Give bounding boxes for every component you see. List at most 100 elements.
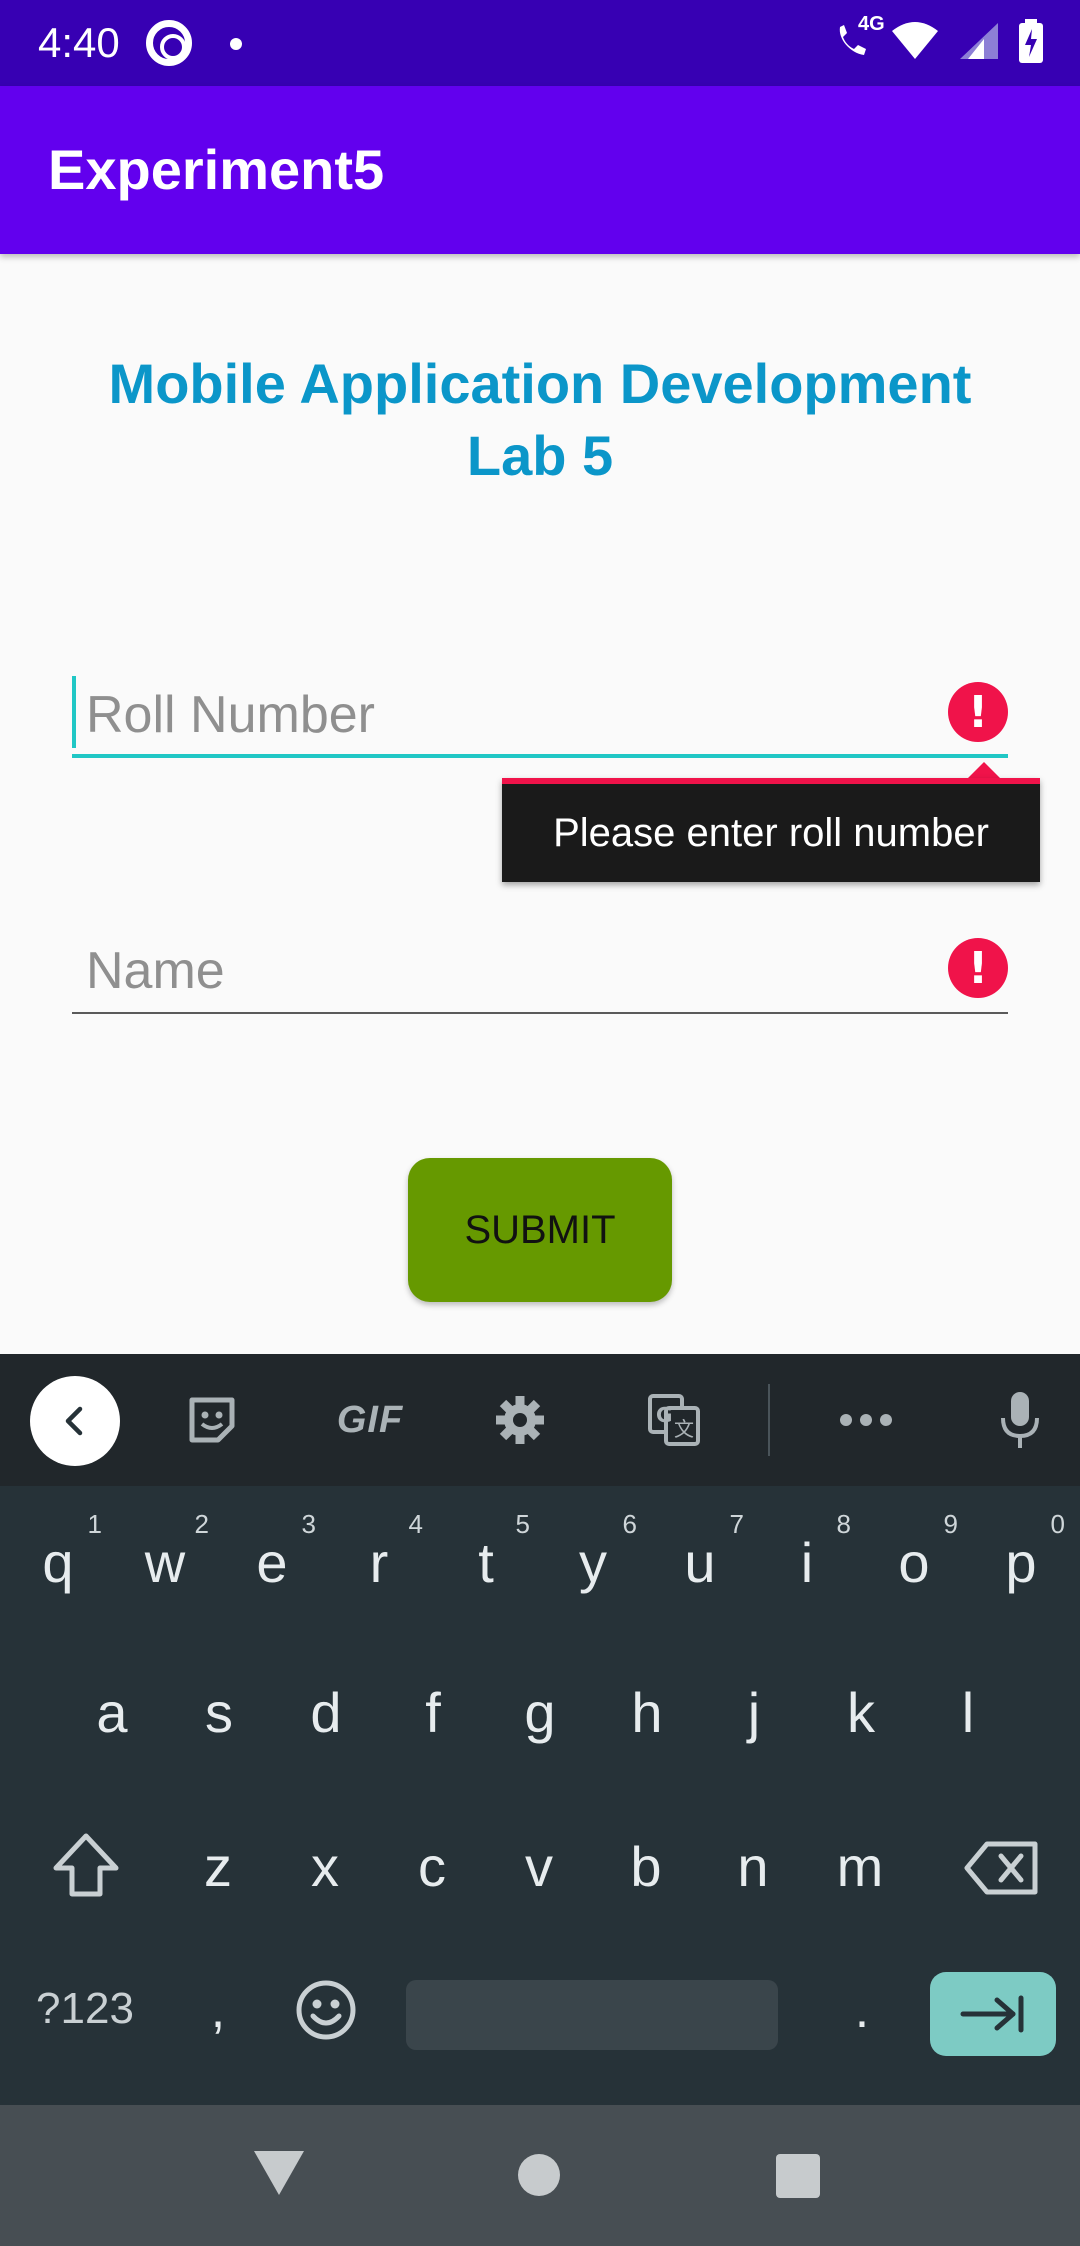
key-z[interactable]: z: [168, 1802, 268, 1932]
key-label: t: [478, 1531, 494, 1594]
signal-icon: [958, 21, 1000, 66]
key-label: u: [684, 1531, 716, 1594]
key-hint: 8: [836, 1509, 851, 1539]
key-b[interactable]: b: [596, 1802, 696, 1932]
key-label: y: [579, 1531, 607, 1594]
key-p[interactable]: p0: [971, 1498, 1071, 1628]
shift-key[interactable]: [34, 1830, 138, 1910]
key-l[interactable]: l: [918, 1648, 1018, 1778]
wifi-calling-icon: 4G: [832, 13, 885, 66]
key-r[interactable]: r4: [329, 1498, 429, 1628]
microphone-icon[interactable]: [978, 1378, 1062, 1462]
comma-key[interactable]: ,: [196, 1980, 240, 2050]
key-hint: 1: [87, 1509, 102, 1539]
key-hint: 3: [301, 1509, 316, 1539]
keyboard-collapse-icon[interactable]: [30, 1376, 120, 1466]
key-j[interactable]: j: [704, 1648, 804, 1778]
key-label: a: [96, 1681, 128, 1744]
key-t[interactable]: t5: [436, 1498, 536, 1628]
symbols-key[interactable]: ?123: [20, 1984, 150, 2044]
key-m[interactable]: m: [810, 1802, 910, 1932]
key-d[interactable]: d: [276, 1648, 376, 1778]
backspace-key[interactable]: [950, 1838, 1054, 1908]
settings-gear-icon[interactable]: [478, 1378, 562, 1462]
name-field[interactable]: !: [72, 928, 1008, 1014]
gif-button[interactable]: GIF: [320, 1378, 420, 1462]
key-o[interactable]: o9: [864, 1498, 964, 1628]
key-label: z: [204, 1835, 232, 1898]
key-w[interactable]: w2: [115, 1498, 215, 1628]
key-label: b: [630, 1835, 662, 1898]
error-tooltip: Please enter roll number: [502, 778, 1040, 882]
key-e[interactable]: e3: [222, 1498, 322, 1628]
space-key[interactable]: [406, 1980, 778, 2050]
key-hint: 4: [408, 1509, 423, 1539]
key-k[interactable]: k: [811, 1648, 911, 1778]
submit-button[interactable]: SUBMIT: [408, 1158, 672, 1302]
svg-text:文: 文: [674, 1417, 694, 1441]
key-a[interactable]: a: [62, 1648, 162, 1778]
nav-back-icon[interactable]: [254, 2151, 304, 2195]
system-nav-bar: [0, 2105, 1080, 2246]
key-label: r: [369, 1531, 389, 1594]
key-v[interactable]: v: [489, 1802, 589, 1932]
key-label: g: [524, 1681, 556, 1744]
key-s[interactable]: s: [169, 1648, 269, 1778]
key-label: c: [418, 1835, 446, 1898]
key-h[interactable]: h: [597, 1648, 697, 1778]
next-field-key[interactable]: [930, 1972, 1056, 2056]
key-label: j: [747, 1681, 761, 1744]
key-label: h: [631, 1681, 663, 1744]
key-c[interactable]: c: [382, 1802, 482, 1932]
key-label: s: [205, 1681, 233, 1744]
roll-number-error-icon[interactable]: !: [948, 682, 1008, 742]
translate-icon[interactable]: G文: [632, 1378, 716, 1462]
name-input[interactable]: [86, 938, 906, 1004]
key-hint: 7: [729, 1509, 744, 1539]
key-label: f: [425, 1681, 441, 1744]
network-type-label: 4G: [858, 12, 885, 35]
key-f[interactable]: f: [383, 1648, 483, 1778]
key-hint: 2: [194, 1509, 209, 1539]
key-label: w: [144, 1531, 186, 1594]
key-label: m: [836, 1835, 884, 1898]
key-n[interactable]: n: [703, 1802, 803, 1932]
heading-line-1: Mobile Application Development: [108, 352, 972, 415]
key-hint: 6: [622, 1509, 637, 1539]
sync-ring-icon: [146, 20, 192, 66]
key-x[interactable]: x: [275, 1802, 375, 1932]
status-bar: 4:40 4G: [0, 0, 1080, 86]
more-options-icon[interactable]: [824, 1378, 908, 1462]
wifi-icon: [890, 21, 940, 66]
key-label: i: [800, 1531, 814, 1594]
roll-number-input[interactable]: [86, 682, 906, 748]
key-i[interactable]: i8: [757, 1498, 857, 1628]
key-label: o: [898, 1531, 930, 1594]
name-error-icon[interactable]: !: [948, 938, 1008, 998]
key-label: x: [311, 1835, 339, 1898]
toolbar-divider: [768, 1384, 770, 1456]
key-g[interactable]: g: [490, 1648, 590, 1778]
period-key[interactable]: .: [840, 1980, 884, 2050]
nav-recents-icon[interactable]: [776, 2154, 820, 2198]
emoji-key[interactable]: [286, 1978, 366, 2052]
sticker-icon[interactable]: [170, 1378, 254, 1462]
key-hint: 0: [1050, 1509, 1065, 1539]
key-label: d: [310, 1681, 342, 1744]
key-label: e: [256, 1531, 288, 1594]
key-label: p: [1005, 1531, 1037, 1594]
heading-line-2: Lab 5: [466, 424, 614, 487]
key-q[interactable]: q1: [8, 1498, 108, 1628]
nav-home-icon[interactable]: [518, 2154, 560, 2196]
gif-label: GIF: [336, 1398, 404, 1441]
key-y[interactable]: y6: [543, 1498, 643, 1628]
key-label: v: [525, 1835, 553, 1898]
key-u[interactable]: u7: [650, 1498, 750, 1628]
key-label: l: [961, 1681, 975, 1744]
key-hint: 9: [943, 1509, 958, 1539]
roll-number-field[interactable]: !: [72, 672, 1008, 758]
status-icons: 4G: [832, 13, 1044, 68]
keyboard-toolbar: GIF G文: [0, 1354, 1080, 1486]
error-tooltip-arrow: [968, 762, 1000, 778]
text-cursor: [72, 676, 76, 748]
